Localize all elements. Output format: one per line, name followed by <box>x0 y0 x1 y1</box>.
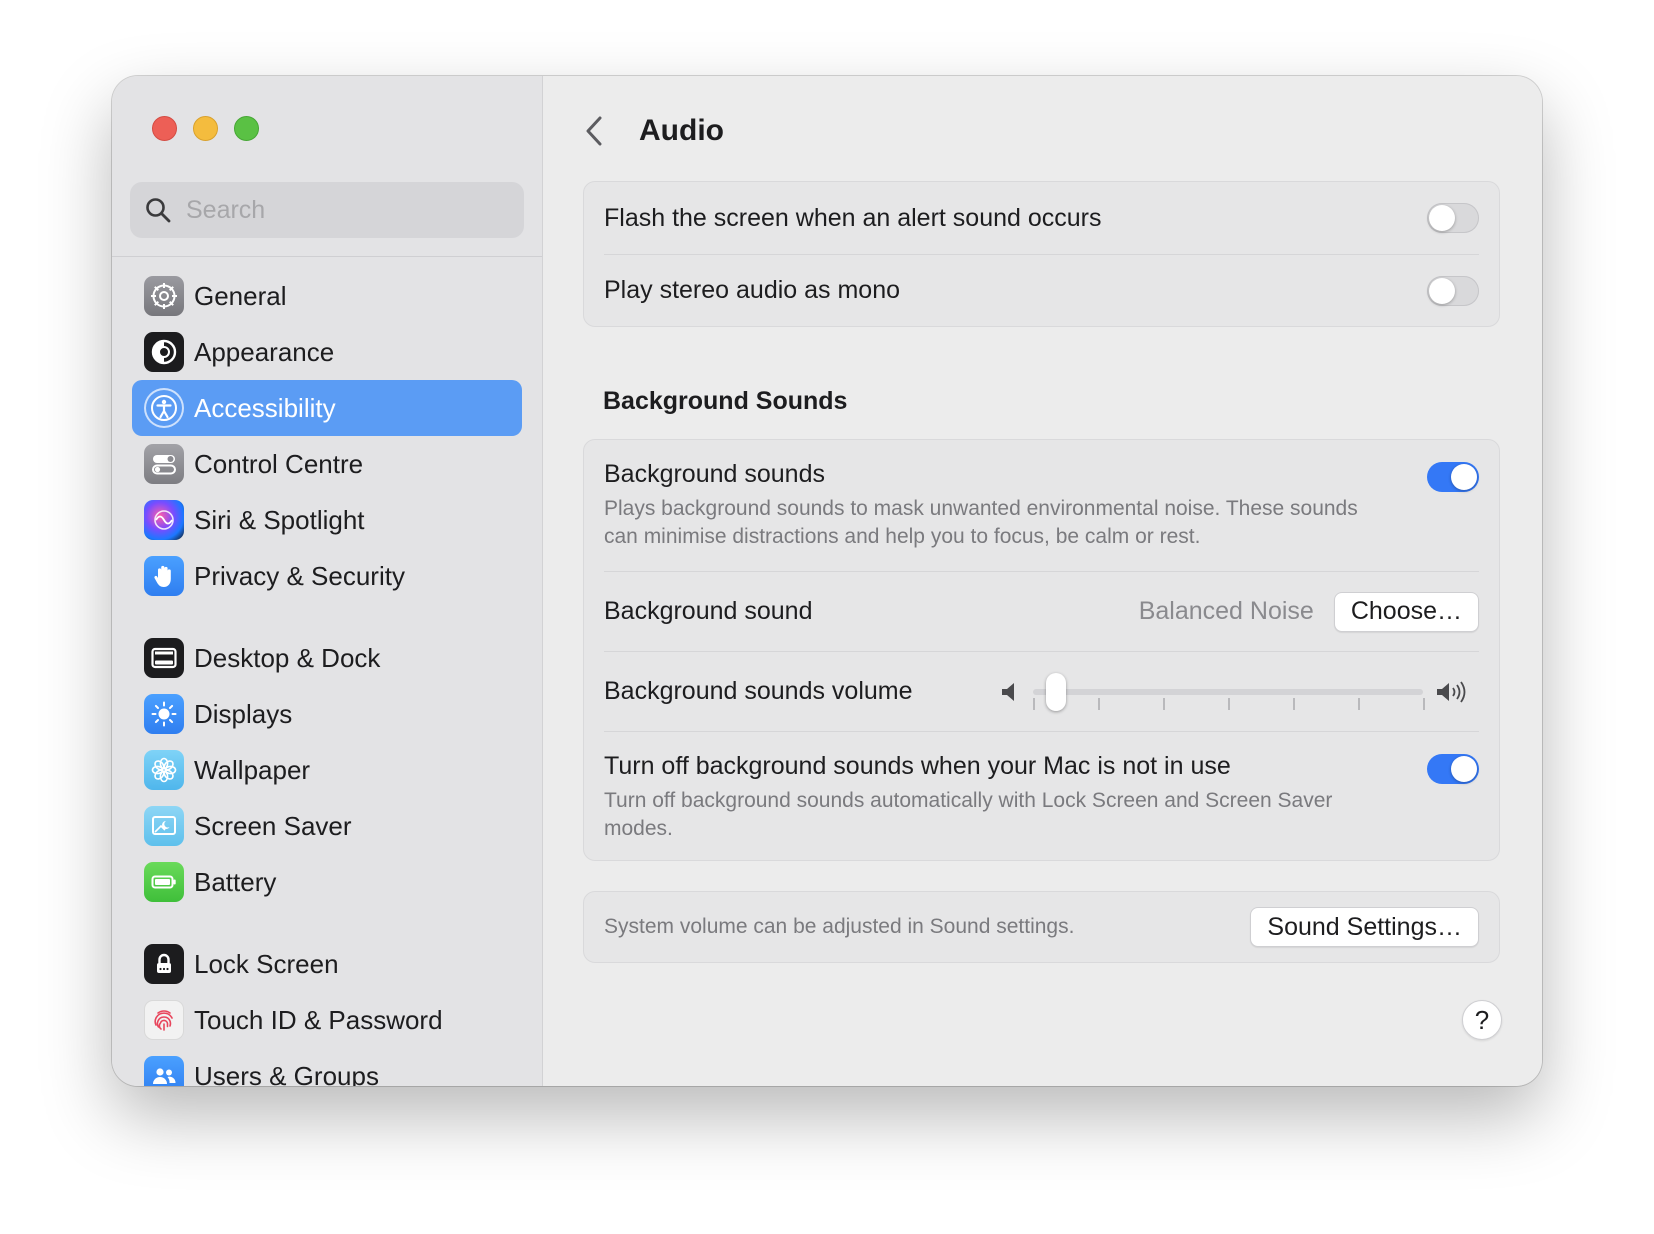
flash-screen-label: Flash the screen when an alert sound occ… <box>604 203 1102 232</box>
sidebar-item-siri-spotlight[interactable]: Siri & Spotlight <box>132 492 522 548</box>
sidebar-item-battery[interactable]: Battery <box>132 854 522 910</box>
flash-screen-toggle[interactable] <box>1427 203 1479 233</box>
turn-off-background-description: Turn off background sounds automatically… <box>604 789 1333 840</box>
background-sound-row: Background sound Balanced Noise Choose… <box>604 572 1479 652</box>
turn-off-background-toggle[interactable] <box>1427 754 1479 784</box>
mono-audio-label: Play stereo audio as mono <box>604 276 901 304</box>
sidebar-item-label: Accessibility <box>194 392 336 423</box>
sound-settings-row: System volume can be adjusted in Sound s… <box>604 892 1479 962</box>
close-window-button[interactable] <box>152 116 177 141</box>
turn-off-background-row: Turn off background sounds when your Mac… <box>604 732 1479 860</box>
mono-audio-row: Play stereo audio as mono <box>604 255 1479 326</box>
sidebar-item-label: Wallpaper <box>194 754 311 785</box>
sidebar-item-wallpaper[interactable]: Wallpaper <box>132 742 522 798</box>
sidebar-item-label: Desktop & Dock <box>194 642 381 673</box>
fingerprint-icon <box>144 1000 184 1040</box>
sidebar-item-label: Displays <box>194 698 293 729</box>
sidebar-item-screen-saver[interactable]: Screen Saver <box>132 798 522 854</box>
main-content: Audio Flash the screen when an alert sou… <box>543 76 1542 1086</box>
search-field[interactable] <box>130 182 524 238</box>
flash-screen-row: Flash the screen when an alert sound occ… <box>604 182 1479 255</box>
sidebar-item-label: Battery <box>194 866 277 897</box>
background-sounds-group: Background sounds Plays background sound… <box>583 439 1500 861</box>
sun-icon <box>144 694 184 734</box>
background-volume-slider[interactable] <box>999 672 1479 712</box>
speaker-low-icon <box>1002 682 1014 701</box>
background-sound-value: Balanced Noise <box>1138 597 1314 625</box>
screen-saver-icon <box>144 806 184 846</box>
slider-tick <box>1033 697 1035 710</box>
hand-icon <box>144 556 184 596</box>
slider-track[interactable] <box>1033 672 1425 711</box>
sidebar-item-touch-id[interactable]: Touch ID & Password <box>132 992 522 1048</box>
window-controls <box>152 116 259 141</box>
back-button[interactable] <box>583 111 617 151</box>
background-sounds-row: Background sounds Plays background sound… <box>604 440 1479 572</box>
help-button[interactable]: ? <box>1462 1000 1502 1040</box>
sidebar: General Appearance Accessibility Control… <box>112 76 543 1086</box>
chevron-left-icon <box>586 116 602 146</box>
control-centre-icon <box>144 444 184 484</box>
page-header: Audio <box>583 106 724 156</box>
search-input[interactable] <box>186 195 506 225</box>
sound-settings-info: System volume can be adjusted in Sound s… <box>604 915 1075 938</box>
accessibility-icon <box>144 388 184 428</box>
lock-icon <box>144 944 184 984</box>
search-icon <box>146 198 171 223</box>
background-sounds-label: Background sounds <box>604 460 825 488</box>
battery-icon <box>144 862 184 902</box>
appearance-icon <box>144 332 184 372</box>
sidebar-item-label: Control Centre <box>194 448 364 479</box>
choose-sound-button[interactable]: Choose… <box>1333 591 1479 632</box>
zoom-window-button[interactable] <box>234 116 259 141</box>
background-sound-label: Background sound <box>604 597 813 625</box>
turn-off-background-label: Turn off background sounds when your Mac… <box>604 752 1231 780</box>
minimize-window-button[interactable] <box>193 116 218 141</box>
background-sounds-toggle[interactable] <box>1427 462 1479 492</box>
sidebar-item-label: Privacy & Security <box>194 560 405 591</box>
sidebar-item-label: Appearance <box>194 336 335 367</box>
sidebar-item-label: Siri & Spotlight <box>194 504 365 535</box>
mono-audio-toggle[interactable] <box>1427 275 1479 306</box>
sidebar-item-label: Lock Screen <box>194 948 339 979</box>
sidebar-item-general[interactable]: General <box>132 268 522 324</box>
sidebar-item-appearance[interactable]: Appearance <box>132 324 522 380</box>
sidebar-item-privacy-security[interactable]: Privacy & Security <box>132 548 522 604</box>
sidebar-divider <box>112 256 542 257</box>
slider-tick <box>1423 697 1425 710</box>
users-icon <box>144 1056 184 1086</box>
sidebar-item-users-groups[interactable]: Users & Groups <box>132 1048 522 1086</box>
slider-thumb[interactable] <box>1046 672 1067 711</box>
dock-icon <box>144 638 184 678</box>
sound-settings-button[interactable]: Sound Settings… <box>1250 907 1479 947</box>
gear-icon <box>144 276 184 316</box>
background-sounds-description: Plays background sounds to mask unwanted… <box>604 497 1358 548</box>
sidebar-item-label: General <box>194 280 287 311</box>
slider-tick <box>1358 697 1360 710</box>
sidebar-item-accessibility[interactable]: Accessibility <box>132 380 522 436</box>
background-volume-label: Background sounds volume <box>604 677 913 705</box>
slider-tick <box>1162 697 1165 710</box>
page-title: Audio <box>639 114 724 147</box>
settings-window: General Appearance Accessibility Control… <box>112 76 1542 1086</box>
slider-tick <box>1228 697 1230 710</box>
sidebar-item-desktop-dock[interactable]: Desktop & Dock <box>132 630 522 686</box>
alert-settings-group: Flash the screen when an alert sound occ… <box>583 181 1500 327</box>
slider-tick <box>1097 697 1100 710</box>
sidebar-item-displays[interactable]: Displays <box>132 686 522 742</box>
sidebar-item-label: Screen Saver <box>194 810 352 841</box>
siri-icon <box>144 500 184 540</box>
flower-icon <box>144 750 184 790</box>
sidebar-item-label: Touch ID & Password <box>194 1004 443 1035</box>
sound-settings-group: System volume can be adjusted in Sound s… <box>583 891 1500 963</box>
background-volume-row: Background sounds volume <box>604 652 1479 732</box>
sidebar-item-control-centre[interactable]: Control Centre <box>132 436 522 492</box>
speaker-high-icon <box>1437 680 1466 703</box>
sidebar-nav: General Appearance Accessibility Control… <box>132 268 522 1086</box>
slider-tick <box>1292 697 1295 710</box>
section-title-background-sounds: Background Sounds <box>603 387 848 415</box>
sidebar-item-lock-screen[interactable]: Lock Screen <box>132 936 522 992</box>
sidebar-item-label: Users & Groups <box>194 1060 379 1087</box>
